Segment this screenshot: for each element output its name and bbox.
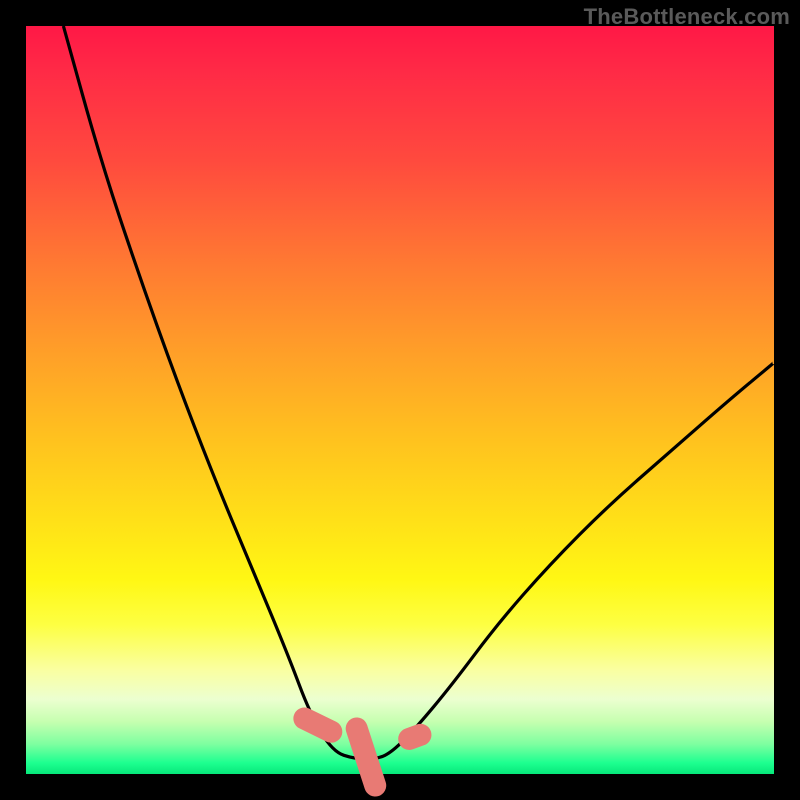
curve-svg [26, 26, 774, 774]
gradient-plot-area [26, 26, 774, 774]
bottleneck-curve [63, 26, 774, 759]
outer-frame: TheBottleneck.com [0, 0, 800, 800]
watermark-text: TheBottleneck.com [584, 4, 790, 30]
